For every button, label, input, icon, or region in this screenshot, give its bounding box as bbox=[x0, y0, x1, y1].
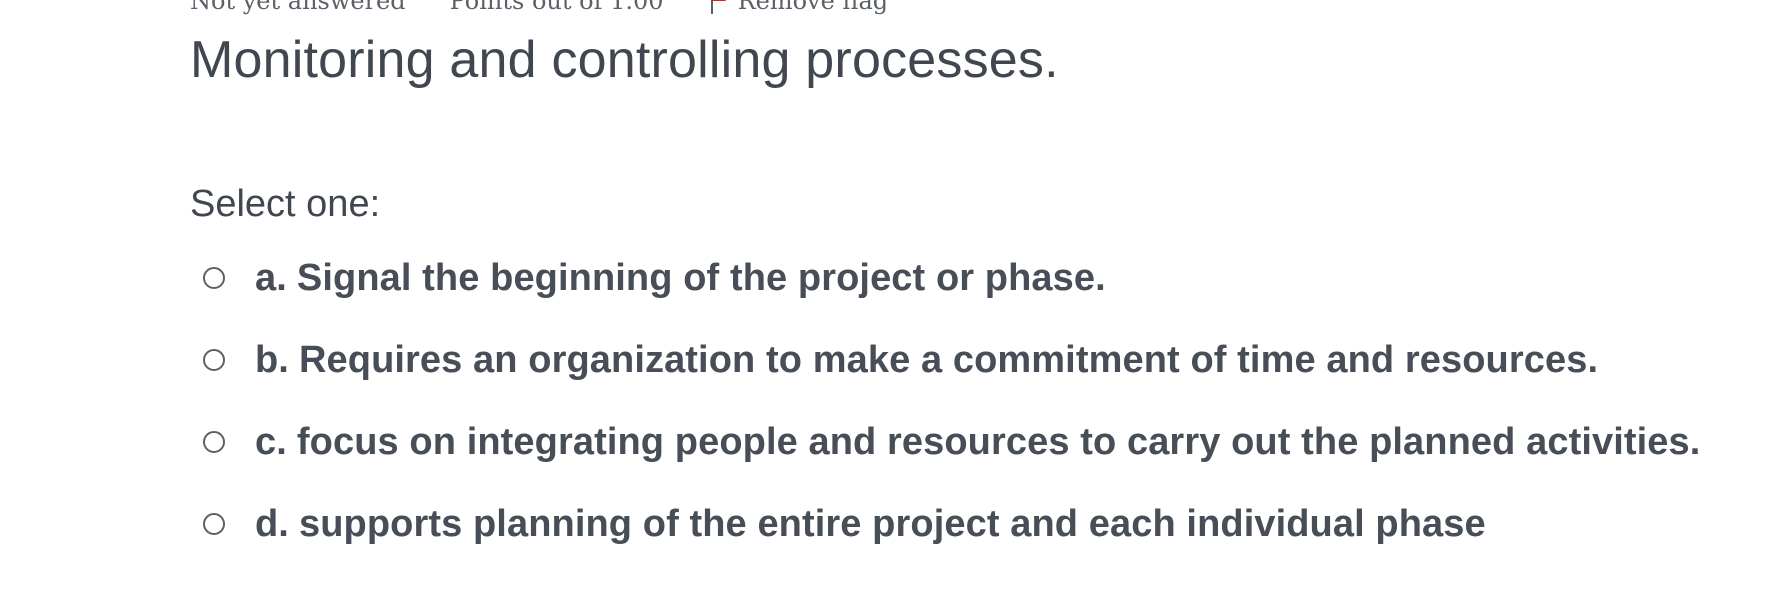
answer-label-d[interactable]: d. supports planning of the entire projec… bbox=[255, 503, 1486, 546]
question-grade: Points out of 1.00 bbox=[449, 0, 664, 15]
radio-button-c[interactable] bbox=[203, 431, 225, 453]
answer-option-b[interactable]: b. Requires an organization to make a com… bbox=[200, 332, 1760, 388]
answer-text: Signal the beginning of the project or p… bbox=[296, 256, 1106, 299]
radio-button-a[interactable] bbox=[203, 267, 225, 289]
answer-text: focus on integrating people and resource… bbox=[296, 420, 1701, 463]
answer-text: Requires an organization to make a commi… bbox=[298, 338, 1599, 381]
answer-option-d[interactable]: d. supports planning of the entire projec… bbox=[200, 496, 1760, 552]
answer-option-c[interactable]: c. focus on integrating people and resour… bbox=[200, 414, 1760, 470]
remove-flag-label: Remove flag bbox=[737, 0, 889, 15]
answer-text: supports planning of the entire project … bbox=[298, 502, 1486, 545]
answer-option-a[interactable]: a. Signal the beginning of the project or… bbox=[200, 250, 1760, 306]
select-one-prompt: Select one: bbox=[190, 183, 381, 225]
question-info: Not yet answered Points out of 1.00 Remo… bbox=[190, 0, 888, 16]
answer-options: a. Signal the beginning of the project or… bbox=[200, 250, 1760, 578]
radio-button-b[interactable] bbox=[203, 349, 225, 371]
answer-label-c[interactable]: c. focus on integrating people and resour… bbox=[255, 421, 1700, 464]
answer-letter: c. bbox=[255, 420, 287, 463]
remove-flag-link[interactable]: Remove flag bbox=[708, 0, 889, 16]
answer-letter: b. bbox=[255, 338, 289, 381]
answer-letter: a. bbox=[255, 256, 287, 299]
answer-label-b[interactable]: b. Requires an organization to make a com… bbox=[255, 339, 1598, 382]
flag-icon bbox=[708, 0, 730, 16]
answer-letter: d. bbox=[255, 502, 289, 545]
answer-label-a[interactable]: a. Signal the beginning of the project or… bbox=[255, 257, 1106, 300]
question-text: Monitoring and controlling processes. bbox=[190, 31, 1059, 89]
radio-button-d[interactable] bbox=[203, 513, 225, 535]
question-state: Not yet answered bbox=[190, 0, 406, 15]
